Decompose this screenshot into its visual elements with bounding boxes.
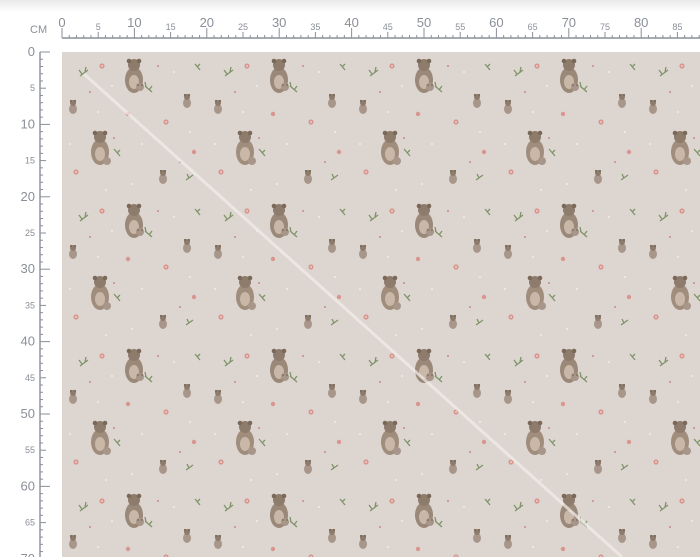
left-ruler-minor-label: 45 — [25, 373, 35, 383]
left-ruler-major-label: 40 — [21, 334, 35, 349]
left-ruler-major-label: 70 — [21, 551, 35, 557]
top-ruler-major-label: 70 — [562, 15, 576, 30]
top-ruler-major-label: 50 — [417, 15, 431, 30]
left-ruler: 0 10 20 30 40 50 60 70 5 15 25 35 45 55 65 — [21, 44, 50, 557]
left-ruler-minor-label: 55 — [25, 445, 35, 455]
top-ruler-major-label: 80 — [634, 15, 648, 30]
top-ruler-minor-label: 5 — [96, 22, 101, 32]
left-ruler-major-label: 10 — [21, 116, 35, 131]
left-ruler-minor-label: 35 — [25, 300, 35, 310]
left-ruler-major-label: 30 — [21, 261, 35, 276]
top-ruler-major-label: 10 — [127, 15, 141, 30]
top-ruler-major-label: 40 — [344, 15, 358, 30]
top-ruler-minor-label: 55 — [455, 22, 465, 32]
top-ruler-minor-label: 15 — [166, 22, 176, 32]
top-ruler-major-label: 30 — [272, 15, 286, 30]
top-ruler-major-label: 60 — [489, 15, 503, 30]
top-ruler-minor-label: 25 — [238, 22, 248, 32]
fabric-pattern — [62, 52, 700, 557]
unit-label: CM — [30, 24, 48, 36]
left-ruler-major-label: 0 — [28, 44, 35, 59]
top-ruler-minor-label: 35 — [310, 22, 320, 32]
left-ruler-major-label: 20 — [21, 189, 35, 204]
top-ruler-minor-label: 45 — [383, 22, 393, 32]
top-ruler-minor-label: 75 — [600, 22, 610, 32]
top-ruler-minor-label: 65 — [528, 22, 538, 32]
top-ruler: 0 10 20 30 40 50 60 70 805 15 25 35 45 55 65 75 85 — [58, 15, 700, 39]
left-ruler-major-label: 60 — [21, 478, 35, 493]
top-ruler-minor-label: 85 — [672, 22, 682, 32]
fabric-preview — [62, 52, 700, 557]
left-ruler-minor-label: 25 — [25, 228, 35, 238]
top-ruler-major-label: 20 — [200, 15, 214, 30]
left-ruler-major-label: 50 — [21, 406, 35, 421]
left-ruler-minor-label: 5 — [30, 83, 35, 93]
left-ruler-minor-label: 65 — [25, 518, 35, 528]
left-ruler-minor-label: 15 — [25, 156, 35, 166]
